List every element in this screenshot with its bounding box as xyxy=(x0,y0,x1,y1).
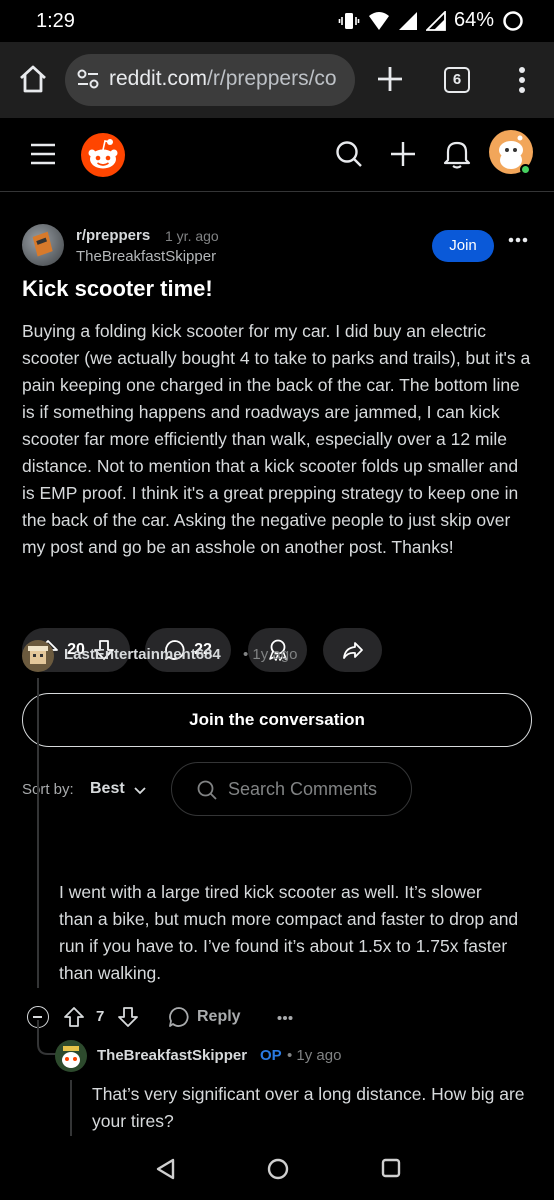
post-options-icon[interactable] xyxy=(508,236,528,244)
url-path: /r/preppers/co xyxy=(207,67,337,90)
comment-body: That’s very significant over a long dist… xyxy=(92,1084,525,1131)
join-button[interactable]: Join xyxy=(432,230,494,262)
status-icons: 64% xyxy=(338,9,524,32)
share-icon xyxy=(342,642,363,659)
comment-actions: 7 Reply xyxy=(0,997,554,1037)
thread-line[interactable] xyxy=(37,678,39,988)
comment-author-avatar[interactable] xyxy=(55,1040,87,1072)
home-icon[interactable] xyxy=(16,62,50,96)
chevron-down-icon[interactable] xyxy=(132,782,148,798)
snoo-avatar-icon xyxy=(28,646,48,664)
recent-apps-icon[interactable] xyxy=(380,1157,402,1179)
reply-button[interactable]: Reply xyxy=(197,1008,241,1026)
menu-icon[interactable] xyxy=(29,141,57,167)
share-button[interactable] xyxy=(323,628,382,672)
vibrate-icon xyxy=(338,12,360,29)
sort-dropdown[interactable]: Best xyxy=(90,780,125,798)
wifi-icon xyxy=(368,11,389,30)
comment-search-input[interactable]: Search Comments xyxy=(171,762,412,816)
url-host: reddit.com xyxy=(109,67,208,90)
upvote-icon[interactable] xyxy=(63,1006,85,1028)
downvote-icon[interactable] xyxy=(117,1006,139,1028)
search-icon[interactable] xyxy=(334,139,364,169)
battery-icon xyxy=(503,10,523,31)
join-conversation-button[interactable]: Join the conversation xyxy=(22,693,532,747)
search-icon xyxy=(197,780,217,800)
thread-line[interactable] xyxy=(70,1080,72,1136)
post-author[interactable]: TheBreakfastSkipper xyxy=(76,248,216,265)
system-nav-bar xyxy=(0,1140,554,1200)
sort-label: Sort by: xyxy=(22,781,74,798)
subreddit-icon xyxy=(32,231,53,257)
tab-switcher-button[interactable]: 6 xyxy=(444,67,470,93)
browser-menu-icon[interactable] xyxy=(508,64,536,96)
status-bar: 1:29 64% xyxy=(0,0,554,42)
url-text: reddit.com/r/preppers/co xyxy=(109,67,337,91)
snoo-avatar-icon xyxy=(62,1046,80,1068)
battery-percent: 64% xyxy=(453,9,494,31)
reddit-header xyxy=(0,118,554,192)
post-body: Buying a folding kick scooter for my car… xyxy=(22,321,531,557)
site-settings-icon[interactable] xyxy=(77,69,99,89)
notifications-icon[interactable] xyxy=(442,138,472,170)
comment-age: • 1y ago xyxy=(243,646,298,663)
comment-score: 7 xyxy=(96,1008,105,1025)
comment-author[interactable]: LastEntertainment684 xyxy=(64,646,221,663)
home-button-icon[interactable] xyxy=(266,1157,290,1181)
post-age: 1 yr. ago xyxy=(165,228,219,244)
comment-search-placeholder: Search Comments xyxy=(228,779,378,799)
comment-body: I went with a large tired kick scooter a… xyxy=(59,882,519,983)
post-title[interactable]: Kick scooter time! xyxy=(22,276,213,302)
address-bar[interactable]: reddit.com/r/preppers/co xyxy=(65,54,355,106)
comment-options-icon[interactable] xyxy=(277,1015,293,1021)
reply-icon[interactable] xyxy=(168,1006,190,1028)
comment-age: • 1y ago xyxy=(287,1047,342,1064)
op-badge: OP xyxy=(260,1047,282,1064)
online-status-dot xyxy=(520,164,531,175)
back-icon[interactable] xyxy=(154,1157,176,1181)
comment-author[interactable]: TheBreakfastSkipper xyxy=(97,1047,247,1064)
status-time: 1:29 xyxy=(36,10,75,32)
tab-count: 6 xyxy=(452,71,462,88)
subreddit-avatar[interactable] xyxy=(22,224,64,266)
sort-bar: Sort by: Best Search Comments xyxy=(22,762,532,818)
new-tab-icon[interactable] xyxy=(373,62,407,96)
signal-icon xyxy=(398,11,417,30)
subreddit-name[interactable]: r/preppers xyxy=(76,227,150,244)
create-post-icon[interactable] xyxy=(388,139,418,169)
reddit-logo-icon[interactable] xyxy=(80,132,126,178)
comment-author-avatar[interactable] xyxy=(22,640,54,672)
signal-icon-2 xyxy=(425,10,446,31)
browser-toolbar: reddit.com/r/preppers/co 6 xyxy=(0,42,554,118)
